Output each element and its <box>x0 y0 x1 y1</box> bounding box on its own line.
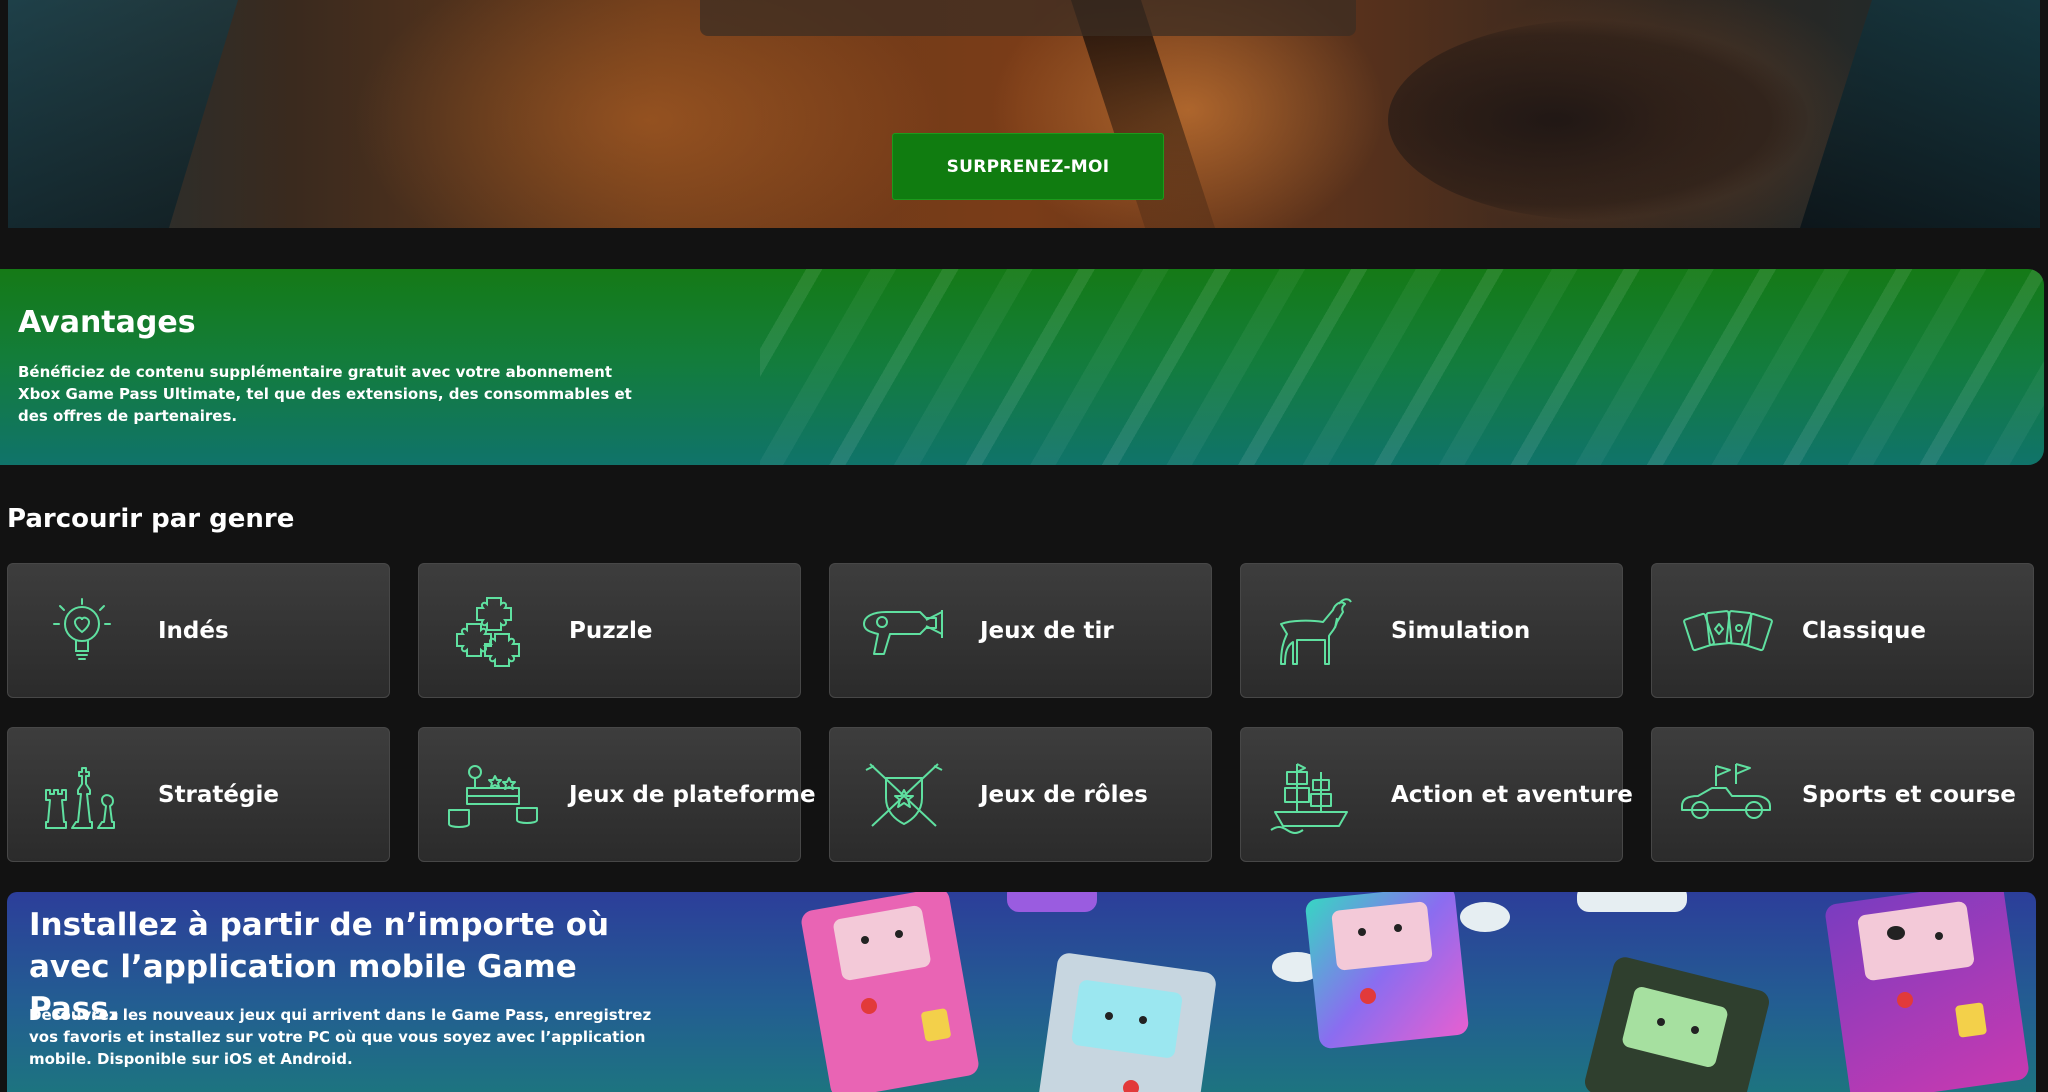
surprise-me-button[interactable]: SURPRENEZ-MOI <box>892 133 1164 200</box>
hero-banner: SURPRENEZ-MOI <box>8 0 2040 228</box>
genre-label: Simulation <box>1391 617 1531 644</box>
genre-label: Jeux de rôles <box>980 781 1148 808</box>
hero-top-panel <box>700 0 1356 36</box>
race-car-icon <box>1678 758 1774 834</box>
genre-label: Sports et course <box>1802 781 2016 808</box>
genre-tile-classique[interactable]: Classique <box>1651 563 2034 698</box>
genre-tile-simulation[interactable]: Simulation <box>1240 563 1623 698</box>
genre-label: Action et aventure <box>1391 781 1633 808</box>
genre-tile-indes[interactable]: Indés <box>7 563 390 698</box>
genre-section-title: Parcourir par genre <box>7 504 295 534</box>
chess-pieces-icon <box>34 758 130 834</box>
arcade-mascot-rainbow <box>1272 892 1512 1092</box>
perks-description: Bénéficiez de contenu supplémentaire gra… <box>18 363 632 425</box>
genre-label: Jeux de tir <box>980 617 1114 644</box>
arcade-mascot-pink <box>797 892 987 1092</box>
ray-gun-icon <box>856 594 952 670</box>
genre-tile-strategie[interactable]: Stratégie <box>7 727 390 862</box>
hero-art-armor <box>1388 20 1808 220</box>
genre-label: Puzzle <box>569 617 653 644</box>
genre-tile-sports-course[interactable]: Sports et course <box>1651 727 2034 862</box>
playing-cards-icon <box>1678 594 1774 670</box>
perks-stripes-decoration <box>760 269 2044 465</box>
genre-label: Classique <box>1802 617 1926 644</box>
genre-label: Jeux de plateforme <box>569 781 816 808</box>
perks-banner[interactable]: Avantages Bénéficiez de contenu suppléme… <box>0 269 2044 465</box>
genre-tile-jeux-de-roles[interactable]: Jeux de rôles <box>829 727 1212 862</box>
platform-blocks-icon <box>445 758 541 834</box>
lightbulb-heart-icon <box>34 594 130 670</box>
genre-tile-plateforme[interactable]: Jeux de plateforme <box>418 727 816 862</box>
genre-label: Indés <box>158 617 229 644</box>
arcade-mascot-pirate <box>1823 892 2036 1092</box>
hero-art-right <box>1800 0 2040 228</box>
genre-label: Stratégie <box>158 781 279 808</box>
puzzle-icon <box>445 594 541 670</box>
shield-swords-icon <box>856 758 952 834</box>
genre-tile-jeux-de-tir[interactable]: Jeux de tir <box>829 563 1212 698</box>
genre-tile-puzzle[interactable]: Puzzle <box>418 563 801 698</box>
hero-art-left <box>8 0 238 228</box>
goat-icon <box>1267 594 1363 670</box>
pirate-ship-icon <box>1267 758 1363 834</box>
genre-tile-action-aventure[interactable]: Action et aventure <box>1240 727 1633 862</box>
perks-title: Avantages <box>18 305 196 340</box>
mobile-app-description: Découvrez les nouveaux jeux qui arrivent… <box>29 1006 652 1068</box>
arcade-mascot-green <box>1582 954 1777 1092</box>
arcade-mascot-white-top <box>1577 892 1697 914</box>
mobile-app-banner[interactable]: Installez à partir de n’importe où avec … <box>7 892 2036 1092</box>
arcade-mascot-white <box>1027 951 1227 1092</box>
arcade-mascot-purple-top <box>1007 892 1097 922</box>
